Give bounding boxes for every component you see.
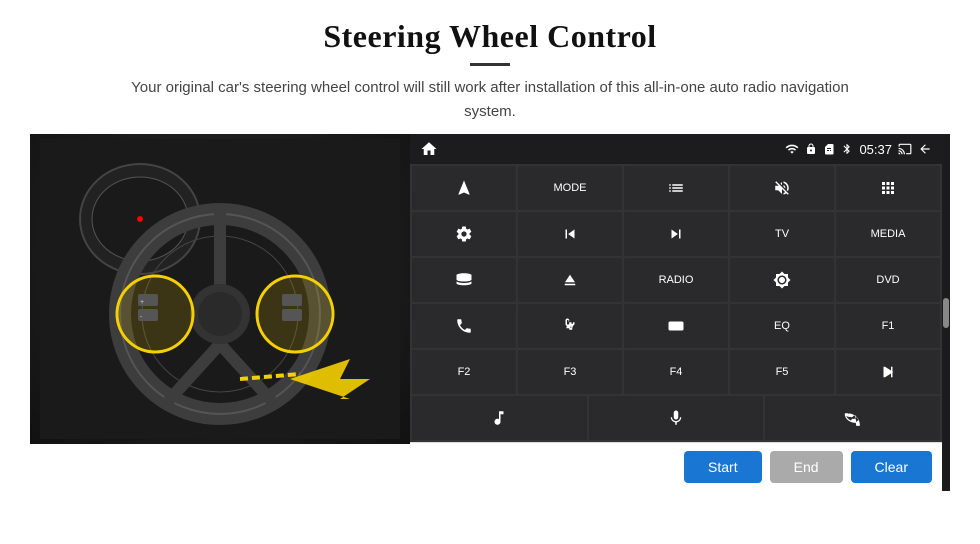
cast-icon bbox=[898, 142, 912, 156]
grid-f3[interactable]: F3 bbox=[518, 350, 622, 394]
back-icon[interactable] bbox=[918, 142, 932, 156]
mic-icon bbox=[667, 409, 685, 427]
eq-label: EQ bbox=[774, 320, 790, 332]
grid-eq[interactable]: EQ bbox=[730, 304, 834, 348]
android-panel-container: 05:37 bbox=[410, 134, 942, 491]
bottom-row: / bbox=[410, 396, 942, 442]
wifi-icon bbox=[785, 142, 799, 156]
status-left bbox=[420, 140, 438, 158]
grid-music[interactable] bbox=[412, 396, 587, 440]
radio-label: RADIO bbox=[659, 274, 694, 286]
media-label: MEDIA bbox=[871, 228, 906, 240]
action-buttons-container: Start End Clear bbox=[410, 442, 942, 491]
car-image: + - bbox=[30, 134, 410, 444]
grid-tv[interactable]: TV bbox=[730, 212, 834, 256]
grid-f2[interactable]: F2 bbox=[412, 350, 516, 394]
page-subtitle: Your original car's steering wheel contr… bbox=[110, 76, 870, 124]
mode-label: MODE bbox=[554, 182, 587, 194]
title-divider bbox=[470, 63, 510, 66]
grid-phone[interactable] bbox=[412, 304, 516, 348]
f5-label: F5 bbox=[776, 366, 789, 378]
phone-call-icon: / bbox=[842, 409, 864, 427]
sim-icon bbox=[823, 143, 835, 155]
status-bar: 05:37 bbox=[410, 134, 942, 164]
grid-mic[interactable] bbox=[589, 396, 764, 440]
grid-f5[interactable]: F5 bbox=[730, 350, 834, 394]
title-section: Steering Wheel Control Your original car… bbox=[110, 18, 870, 124]
grid-prev[interactable] bbox=[518, 212, 622, 256]
grid-mute[interactable] bbox=[730, 166, 834, 210]
grid-f4[interactable]: F4 bbox=[624, 350, 728, 394]
svg-text:+: + bbox=[140, 299, 144, 306]
grid-list[interactable] bbox=[624, 166, 728, 210]
clear-button[interactable]: Clear bbox=[851, 451, 932, 483]
bluetooth-icon bbox=[841, 143, 853, 155]
grid-media[interactable]: MEDIA bbox=[836, 212, 940, 256]
grid-phone-call[interactable]: / bbox=[765, 396, 940, 440]
grid-swipe[interactable] bbox=[518, 304, 622, 348]
grid-next[interactable] bbox=[624, 212, 728, 256]
grid-f1[interactable]: F1 bbox=[836, 304, 940, 348]
steering-wheel-svg: + - bbox=[40, 139, 400, 439]
steering-bg: + - bbox=[30, 134, 410, 444]
f1-label: F1 bbox=[882, 320, 895, 332]
grid-radio[interactable]: RADIO bbox=[624, 258, 728, 302]
grid-brightness[interactable] bbox=[730, 258, 834, 302]
button-grid: MODE bbox=[410, 164, 942, 396]
grid-play-pause[interactable] bbox=[836, 350, 940, 394]
lock-icon bbox=[805, 143, 817, 155]
page-title: Steering Wheel Control bbox=[110, 18, 870, 55]
scrollbar-thumb bbox=[943, 298, 949, 328]
status-right: 05:37 bbox=[785, 142, 932, 157]
dvd-label: DVD bbox=[876, 274, 899, 286]
f4-label: F4 bbox=[670, 366, 683, 378]
time-display: 05:37 bbox=[859, 142, 892, 157]
start-button[interactable]: Start bbox=[684, 451, 762, 483]
grid-rectangle[interactable] bbox=[624, 304, 728, 348]
tv-label: TV bbox=[775, 228, 789, 240]
grid-360[interactable] bbox=[412, 258, 516, 302]
grid-eject[interactable] bbox=[518, 258, 622, 302]
page-container: Steering Wheel Control Your original car… bbox=[0, 0, 980, 544]
grid-navigate[interactable] bbox=[412, 166, 516, 210]
grid-settings[interactable] bbox=[412, 212, 516, 256]
f2-label: F2 bbox=[458, 366, 471, 378]
music-icon bbox=[490, 409, 508, 427]
android-panel: 05:37 bbox=[410, 134, 942, 442]
home-icon[interactable] bbox=[420, 140, 438, 158]
scrollbar[interactable] bbox=[942, 134, 950, 491]
grid-apps[interactable] bbox=[836, 166, 940, 210]
grid-dvd[interactable]: DVD bbox=[836, 258, 940, 302]
bottom-section: + - bbox=[30, 134, 950, 491]
end-button[interactable]: End bbox=[770, 451, 843, 483]
grid-mode[interactable]: MODE bbox=[518, 166, 622, 210]
f3-label: F3 bbox=[564, 366, 577, 378]
